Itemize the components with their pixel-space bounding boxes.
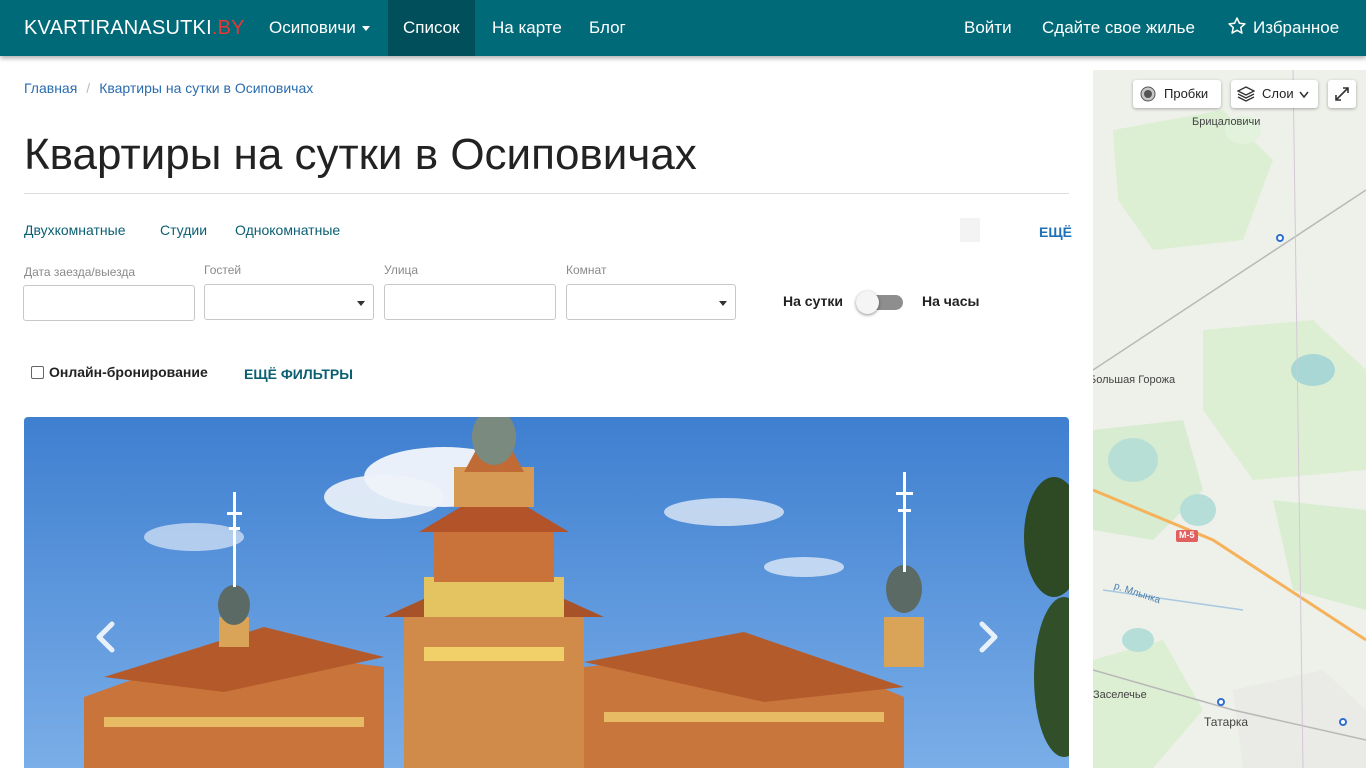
page-title: Квартиры на сутки в Осиповичах <box>24 130 697 179</box>
breadcrumb-home[interactable]: Главная <box>24 80 77 96</box>
favorites-link[interactable]: Избранное <box>1212 0 1354 56</box>
church-photo <box>24 417 1069 768</box>
street-label: Улица <box>384 263 419 277</box>
star-icon <box>1228 17 1246 34</box>
map-label-highway: М-5 <box>1179 530 1195 540</box>
daily-label: На сутки <box>783 293 843 309</box>
placeholder-box <box>960 218 980 242</box>
map-canvas <box>1093 70 1366 768</box>
map-label-bolshaya-gorozha: Большая Горожа <box>1093 374 1176 386</box>
breadcrumb: Главная / Квартиры на сутки в Осиповичах <box>24 80 313 96</box>
guests-select[interactable] <box>204 284 374 320</box>
map-label-bricalovichi: Брицаловичи <box>1192 116 1261 128</box>
map-traffic-button[interactable]: Пробки <box>1133 80 1221 108</box>
favorites-label: Избранное <box>1253 18 1340 37</box>
rooms-label: Комнат <box>566 263 607 277</box>
more-filters-button[interactable]: ЕЩЁ ФИЛЬТРЫ <box>244 366 353 382</box>
nav-blog[interactable]: Блог <box>574 0 641 56</box>
photo-carousel[interactable] <box>24 417 1069 768</box>
top-navbar: KVARTIRANASUTKI.BY Осиповичи Список На к… <box>0 0 1366 56</box>
dates-label: Дата заезда/выезда <box>24 265 136 279</box>
quick-link-two-room[interactable]: Двухкомнатные <box>24 222 126 238</box>
logo-text: KVARTIRANASUTKI <box>24 17 212 39</box>
street-input[interactable] <box>384 284 556 320</box>
map-panel[interactable]: Брицаловичи Большая Горожа Заселечье Тат… <box>1093 70 1366 768</box>
map-label-zaselechye: Заселечье <box>1093 689 1147 701</box>
guests-label: Гостей <box>204 263 242 277</box>
nav-list[interactable]: Список <box>388 0 475 56</box>
caret-down-icon <box>361 26 370 32</box>
city-dropdown[interactable]: Осиповичи <box>254 0 385 56</box>
title-divider <box>24 193 1069 194</box>
hourly-label: На часы <box>922 293 980 309</box>
caret-down-icon <box>719 301 727 306</box>
map-label-tatarka: Татарка <box>1204 715 1249 729</box>
dates-input[interactable] <box>23 285 195 321</box>
login-link[interactable]: Войти <box>949 0 1027 56</box>
city-label: Осиповичи <box>269 18 356 37</box>
online-booking-checkbox[interactable] <box>31 366 44 379</box>
map-layers-button[interactable]: Слои <box>1231 80 1318 108</box>
online-booking-label[interactable]: Онлайн-бронирование <box>49 364 208 380</box>
traffic-icon <box>1140 86 1156 102</box>
layers-icon <box>1237 86 1255 102</box>
breadcrumb-separator: / <box>86 80 91 96</box>
rental-type-toggle-knob[interactable] <box>856 291 879 314</box>
map-fullscreen-button[interactable] <box>1328 80 1356 108</box>
quick-link-one-room[interactable]: Однокомнатные <box>235 222 340 238</box>
nav-map[interactable]: На карте <box>477 0 577 56</box>
carousel-prev-icon[interactable] <box>92 620 122 654</box>
caret-down-icon <box>357 301 365 306</box>
site-logo[interactable]: KVARTIRANASUTKI.BY <box>24 0 245 56</box>
rent-out-link[interactable]: Сдайте свое жилье <box>1027 0 1210 56</box>
logo-tld: .BY <box>211 17 245 39</box>
carousel-next-icon[interactable] <box>972 620 1002 654</box>
quick-link-studio[interactable]: Студии <box>160 222 207 238</box>
rooms-select[interactable] <box>566 284 736 320</box>
traffic-label: Пробки <box>1164 86 1209 101</box>
chevron-down-icon <box>1299 91 1309 99</box>
more-links-button[interactable]: ЕЩЁ <box>1039 224 1072 240</box>
breadcrumb-current[interactable]: Квартиры на сутки в Осиповичах <box>99 80 313 96</box>
layers-label: Слои <box>1262 86 1294 101</box>
expand-icon <box>1335 87 1349 101</box>
